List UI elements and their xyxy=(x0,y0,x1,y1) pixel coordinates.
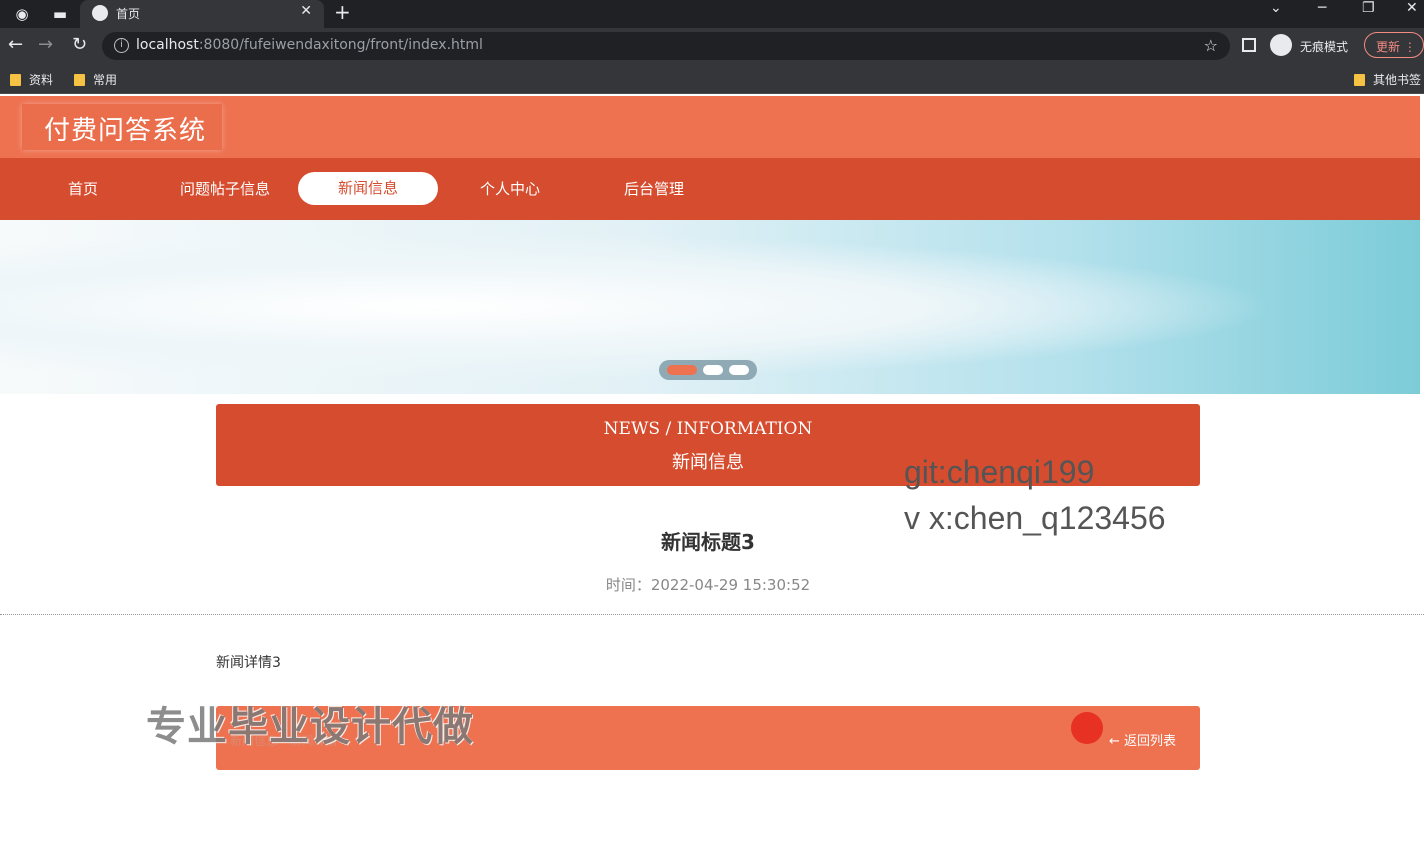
tab-title: 首页 xyxy=(116,7,141,21)
bookmark-star-icon[interactable]: ☆ xyxy=(1204,36,1218,55)
nav-questions[interactable]: 问题帖子信息 xyxy=(180,178,270,199)
incognito-icon[interactable] xyxy=(1270,34,1292,56)
folder-icon xyxy=(74,74,85,86)
globe-icon[interactable]: ◉ xyxy=(12,4,32,24)
article-time: 时间：2022-04-29 15:30:52 xyxy=(605,576,811,594)
browser-toolbar: ← → ↻ i localhost:8080/fufeiwendaxitong/… xyxy=(0,28,1424,64)
minimize-icon[interactable]: ─ xyxy=(1318,0,1326,16)
window-close-icon[interactable]: ✕ xyxy=(1406,0,1418,16)
carousel-dot-active[interactable] xyxy=(667,365,697,375)
nav-profile[interactable]: 个人中心 xyxy=(480,178,540,199)
article-title: 新闻标题3 xyxy=(661,530,755,554)
nav-admin[interactable]: 后台管理 xyxy=(624,178,684,199)
tab-group-icon[interactable]: ▬ xyxy=(50,4,70,24)
main-nav: 首页 问题帖子信息 新闻信息 个人中心 后台管理 xyxy=(0,158,1420,220)
bookmark-folder[interactable]: 常用 xyxy=(74,71,117,88)
back-arrow-icon[interactable]: ← xyxy=(8,34,23,55)
folder-icon xyxy=(10,74,21,86)
divider xyxy=(0,614,1424,615)
bookmark-folder[interactable]: 资料 xyxy=(10,71,53,88)
reload-icon[interactable]: ↻ xyxy=(72,34,87,55)
folder-icon xyxy=(1354,74,1365,86)
site-logo[interactable]: 付费问答系统 xyxy=(44,110,206,147)
carousel-dot[interactable] xyxy=(729,365,749,375)
nav-news[interactable]: 新闻信息 xyxy=(298,172,438,205)
side-panel-icon[interactable] xyxy=(1242,38,1256,52)
watermark-ad: 专业毕业设计代做 xyxy=(146,704,474,750)
address-bar[interactable]: i localhost:8080/fufeiwendaxitong/front/… xyxy=(102,32,1230,60)
nav-home[interactable]: 首页 xyxy=(68,178,98,199)
cursor-highlight xyxy=(1071,712,1103,744)
favicon-icon xyxy=(92,5,108,21)
url-text[interactable]: localhost:8080/fufeiwendaxitong/front/in… xyxy=(136,37,483,53)
close-tab-icon[interactable]: ✕ xyxy=(300,3,312,19)
site-header: 付费问答系统 xyxy=(0,96,1420,158)
back-to-list-link[interactable]: ← 返回列表 xyxy=(1109,730,1176,749)
carousel-dot[interactable] xyxy=(703,365,723,375)
chevron-down-icon[interactable]: ⌄ xyxy=(1270,0,1282,16)
carousel-indicators xyxy=(659,360,757,380)
info-icon[interactable]: i xyxy=(114,38,129,53)
article-body: 新闻详情3 xyxy=(216,655,281,671)
update-button[interactable]: 更新 ⋮ xyxy=(1364,32,1424,58)
new-tab-button[interactable]: + xyxy=(334,0,351,24)
browser-tab-active[interactable]: 首页 ✕ xyxy=(80,0,324,28)
watermark-git: git:chenqi199 xyxy=(904,454,1095,490)
incognito-label: 无痕模式 xyxy=(1300,40,1349,54)
other-bookmarks[interactable]: 其他书签 xyxy=(1354,71,1421,88)
restore-icon[interactable]: ❐ xyxy=(1362,0,1375,16)
section-title-en: NEWS / INFORMATION xyxy=(603,419,813,439)
bookmarks-bar: 资料 常用 其他书签 xyxy=(0,64,1424,94)
browser-tab-strip: ◉ ▬ 首页 ✕ + ⌄ ─ ❐ ✕ xyxy=(0,0,1424,28)
forward-arrow-icon[interactable]: → xyxy=(38,34,53,55)
